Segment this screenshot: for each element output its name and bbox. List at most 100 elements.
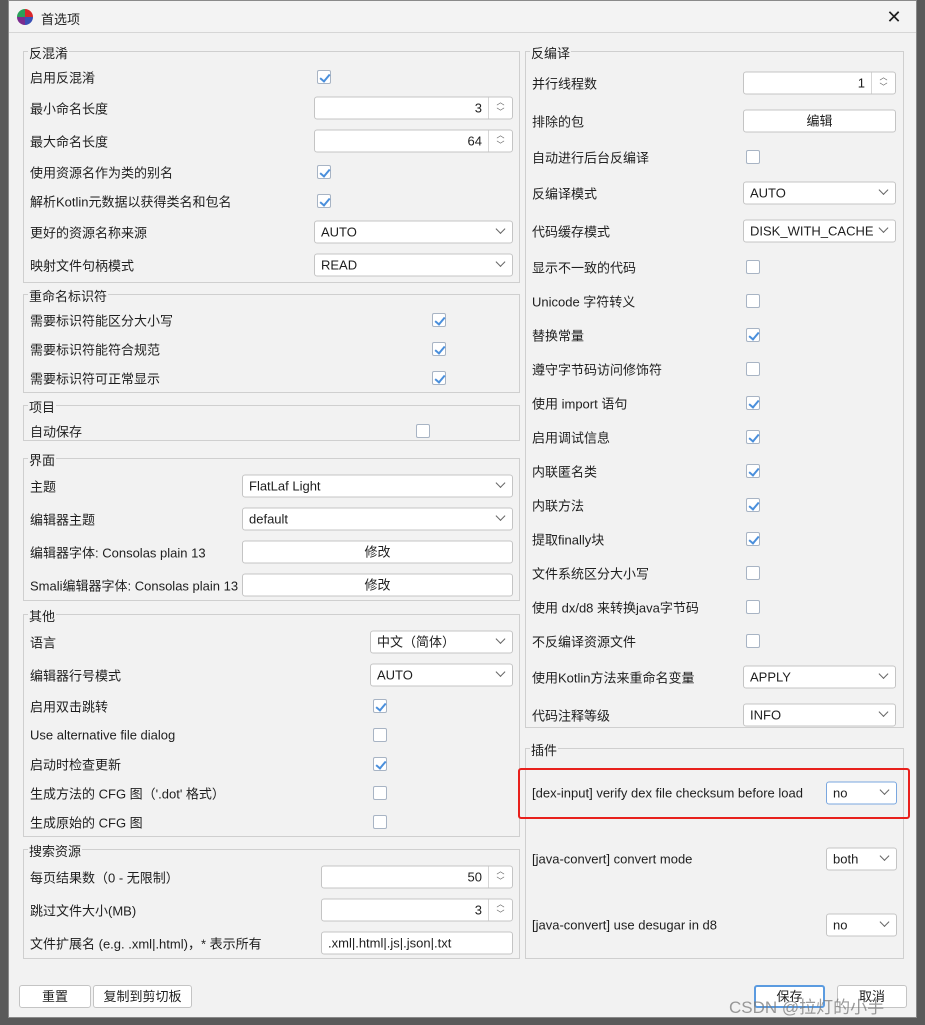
setting-label: 内联匿名类 xyxy=(532,464,598,480)
value: AUTO xyxy=(321,224,357,240)
value: AUTO xyxy=(750,185,786,201)
checkbox[interactable] xyxy=(746,430,760,444)
setting-label: 每页结果数（0 - 无限制） xyxy=(30,870,179,886)
number-spinner[interactable]: 64 ︿ ﹀ xyxy=(314,129,513,153)
setting-label: 需要标识符能符合规范 xyxy=(30,342,161,358)
checkbox[interactable] xyxy=(373,786,387,800)
checkbox[interactable] xyxy=(317,70,331,84)
setting-label: Unicode 字符转义 xyxy=(532,294,636,310)
group-title: 界面 xyxy=(28,450,57,469)
setting-label: 启动时检查更新 xyxy=(30,757,122,773)
checkbox[interactable] xyxy=(317,165,331,179)
checkbox[interactable] xyxy=(373,815,387,829)
setting-label: 跳过文件大小(MB) xyxy=(30,903,137,919)
setting-label: [java-convert] use desugar in d8 xyxy=(532,917,717,933)
setting-label: 生成方法的 CFG 图（'.dot' 格式） xyxy=(30,786,225,802)
spinner-arrows-icon[interactable]: ︿ ﹀ xyxy=(488,866,512,888)
value: 64 xyxy=(467,133,482,149)
setting-label: 启用反混淆 xyxy=(30,70,96,86)
checkbox[interactable] xyxy=(746,362,760,376)
value: 3 xyxy=(474,100,482,116)
checkbox[interactable] xyxy=(746,498,760,512)
chevron-down-icon xyxy=(495,634,506,644)
setting-label: 自动保存 xyxy=(30,424,83,440)
checkbox[interactable] xyxy=(746,532,760,546)
value: both xyxy=(833,851,859,867)
chevron-down-icon xyxy=(878,669,889,679)
setting-label: 需要标识符可正常显示 xyxy=(30,371,161,387)
dropdown[interactable]: AUTO xyxy=(370,663,513,687)
dropdown[interactable]: FlatLaf Light xyxy=(242,474,513,498)
reset-button[interactable]: 重置 xyxy=(19,985,91,1008)
dropdown[interactable]: default xyxy=(242,507,513,531)
spinner-arrows-icon[interactable]: ︿ ﹀ xyxy=(488,97,512,119)
edit-button[interactable]: 修改 xyxy=(242,540,513,564)
number-spinner[interactable]: 50 ︿ ﹀ xyxy=(321,865,513,889)
setting-label: 文件系统区分大小写 xyxy=(532,566,650,582)
value: 1 xyxy=(857,75,865,91)
chevron-down-icon xyxy=(879,917,890,927)
spinner-arrows-icon[interactable]: ︿ ﹀ xyxy=(488,130,512,152)
checkbox[interactable] xyxy=(746,566,760,580)
value: 修改 xyxy=(364,577,391,593)
setting-label: 使用 dx/d8 来转换java字节码 xyxy=(532,600,699,616)
dropdown[interactable]: READ xyxy=(314,253,513,277)
value: 编辑 xyxy=(806,113,833,129)
chevron-down-icon xyxy=(878,185,889,195)
setting-label: 启用双击跳转 xyxy=(30,699,109,715)
checkbox[interactable] xyxy=(746,328,760,342)
group-title: 插件 xyxy=(530,740,559,759)
checkbox[interactable] xyxy=(746,600,760,614)
edit-button[interactable]: 修改 xyxy=(242,573,513,597)
value: DISK_WITH_CACHE xyxy=(750,223,874,239)
setting-label: 最大命名长度 xyxy=(30,134,109,150)
dropdown[interactable]: APPLY xyxy=(743,665,896,689)
group-decompilation: 反编译 并行线程数 1 ︿ ﹀ 排除的包 编辑 自动进行后台反编译 反编译模式 AUTO 代码缓存模… xyxy=(525,43,904,728)
dropdown[interactable]: both xyxy=(826,847,897,871)
checkbox[interactable] xyxy=(373,699,387,713)
value: 修改 xyxy=(364,544,391,560)
number-spinner[interactable]: 3 ︿ ﹀ xyxy=(321,898,513,922)
checkbox[interactable] xyxy=(432,342,446,356)
dropdown[interactable]: INFO xyxy=(743,703,896,727)
value: FlatLaf Light xyxy=(249,478,321,494)
text-input[interactable]: .xml|.html|.js|.json|.txt xyxy=(321,931,513,955)
group-other: 其他 语言 中文（简体） 编辑器行号模式 AUTO 启用双击跳转 Use alternati… xyxy=(23,606,520,837)
checkbox[interactable] xyxy=(416,424,430,438)
spinner-arrows-icon[interactable]: ︿ ﹀ xyxy=(871,72,895,94)
dropdown[interactable]: no xyxy=(826,913,897,937)
window-title: 首选项 xyxy=(41,12,81,27)
chevron-down-icon xyxy=(495,478,506,488)
number-spinner[interactable]: 3 ︿ ﹀ xyxy=(314,96,513,120)
setting-label: 更好的资源名称来源 xyxy=(30,225,148,241)
group-title: 反混淆 xyxy=(28,43,70,62)
checkbox[interactable] xyxy=(746,396,760,410)
checkbox[interactable] xyxy=(373,757,387,771)
setting-label: 解析Kotlin元数据以获得类名和包名 xyxy=(30,194,232,210)
spinner-arrows-icon[interactable]: ︿ ﹀ xyxy=(488,899,512,921)
dropdown[interactable]: AUTO xyxy=(314,220,513,244)
dropdown[interactable]: AUTO xyxy=(743,181,896,205)
checkbox[interactable] xyxy=(746,464,760,478)
copy-to-clipboard-button[interactable]: 复制到剪切板 xyxy=(93,985,192,1008)
value: INFO xyxy=(750,707,782,723)
checkbox[interactable] xyxy=(746,150,760,164)
edit-button[interactable]: 编辑 xyxy=(743,109,896,133)
checkbox[interactable] xyxy=(373,728,387,742)
checkbox[interactable] xyxy=(746,294,760,308)
checkbox[interactable] xyxy=(317,194,331,208)
number-spinner[interactable]: 1 ︿ ﹀ xyxy=(743,71,896,95)
dropdown[interactable]: 中文（简体） xyxy=(370,630,513,654)
dropdown[interactable]: DISK_WITH_CACHE xyxy=(743,219,896,243)
checkbox[interactable] xyxy=(746,260,760,274)
checkbox[interactable] xyxy=(432,371,446,385)
setting-label: 遵守字节码访问修饰符 xyxy=(532,362,663,378)
setting-label: 使用资源名作为类的别名 xyxy=(30,165,174,181)
chevron-down-icon xyxy=(878,707,889,717)
close-button[interactable]: ✕ xyxy=(882,5,906,29)
setting-label: 需要标识符能区分大小写 xyxy=(30,313,174,329)
checkbox[interactable] xyxy=(432,313,446,327)
checkbox[interactable] xyxy=(746,634,760,648)
setting-label: 使用Kotlin方法来重命名变量 xyxy=(532,670,695,686)
group-project: 项目 自动保存 xyxy=(23,397,520,441)
